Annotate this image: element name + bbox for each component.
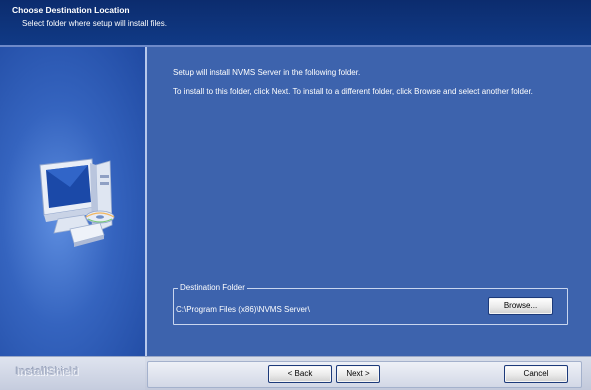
next-button[interactable]: Next > [336, 365, 380, 383]
main-content: Setup will install NVMS Server in the fo… [147, 47, 591, 356]
logo-area: InstallShield [0, 357, 145, 390]
browse-button[interactable]: Browse... [488, 297, 553, 315]
page-title: Choose Destination Location [12, 5, 130, 15]
install-info-text: Setup will install NVMS Server in the fo… [173, 68, 361, 77]
installshield-logo: InstallShield [16, 366, 79, 378]
header-banner: Choose Destination Location Select folde… [0, 0, 591, 45]
instructions-text: To install to this folder, click Next. T… [173, 87, 533, 96]
destination-folder-label: Destination Folder [178, 283, 247, 292]
computer-with-disc-icon [39, 158, 115, 247]
page-subtitle: Select folder where setup will install f… [22, 19, 167, 28]
destination-path: C:\Program Files (x86)\NVMS Server\ [176, 305, 310, 314]
destination-folder-group: Destination Folder C:\Program Files (x86… [173, 283, 568, 325]
nav-button-strip: < Back Next > Cancel [147, 361, 582, 388]
footer-bar: InstallShield < Back Next > Cancel [0, 356, 591, 390]
back-button[interactable]: < Back [268, 365, 332, 383]
cancel-button[interactable]: Cancel [504, 365, 568, 383]
side-panel [0, 47, 145, 356]
